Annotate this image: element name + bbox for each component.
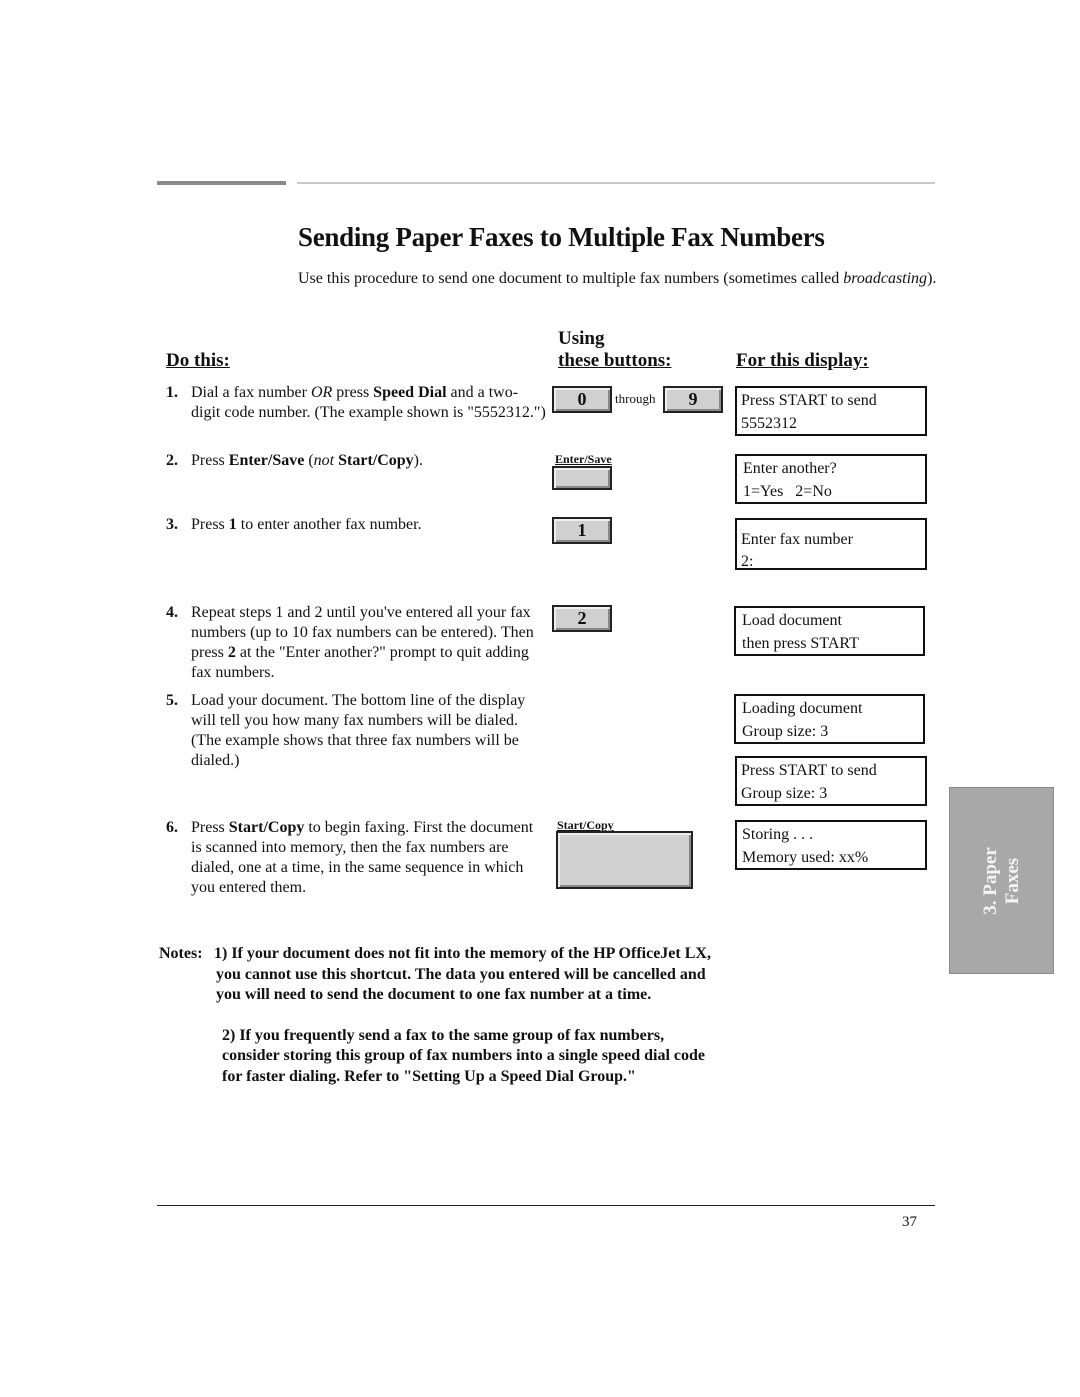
step-1: 1. Dial a fax number OR press Speed Dial … <box>166 384 546 421</box>
header-rule-thin <box>297 182 935 184</box>
key-1-button[interactable]: 1 <box>552 517 612 544</box>
note-1: 1) If your document does not fit into th… <box>214 945 711 1003</box>
notes-section: Notes: 1) If your document does not fit … <box>159 944 719 1087</box>
intro-italic: broadcasting <box>843 270 928 287</box>
through-label: through <box>615 391 656 406</box>
start-copy-button[interactable] <box>556 831 693 889</box>
intro-text: Use this procedure to send one document … <box>298 270 844 287</box>
header-using-line1: Using <box>558 328 605 349</box>
step-emphasis: Enter/Save <box>228 452 305 469</box>
notes-label: Notes: <box>159 945 203 962</box>
lcd-display: Storing . . . Memory used: xx% <box>735 820 927 870</box>
key-9-button[interactable]: 9 <box>663 386 723 413</box>
chapter-tab-label: 3. Paper Faxes <box>980 847 1023 915</box>
key-2-button[interactable]: 2 <box>552 605 612 632</box>
page-number: 37 <box>902 1214 917 1230</box>
enter-save-label: Enter/Save <box>555 452 612 466</box>
chapter-tab[interactable]: 3. Paper Faxes <box>949 787 1054 974</box>
step-italic: OR <box>310 384 333 401</box>
lcd-display: Loading document Group size: 3 <box>734 694 925 744</box>
footer-rule <box>157 1205 935 1206</box>
step-3: 3. Press 1 to enter another fax number. <box>166 516 422 533</box>
step-italic: not <box>313 452 335 469</box>
step-text: press <box>332 384 374 401</box>
key-0-button[interactable]: 0 <box>552 386 612 413</box>
step-text: Load your document. The bottom line of t… <box>191 692 526 769</box>
step-text: Press <box>191 516 229 533</box>
enter-save-button[interactable] <box>552 466 612 490</box>
header-rule-thick <box>157 181 286 185</box>
step-5: 5. Load your document. The bottom line of… <box>166 692 526 769</box>
step-emphasis: Start/Copy <box>228 819 305 836</box>
step-2: 2. Press Enter/Save (not Start/Copy). <box>166 452 423 469</box>
step-text: at the "Enter another?" prompt to quit a… <box>191 644 529 681</box>
step-text: Press <box>191 819 229 836</box>
step-text: to enter another fax number. <box>236 516 422 533</box>
step-emphasis: 1 <box>228 516 237 533</box>
step-6: 6. Press Start/Copy to begin faxing. Firs… <box>166 819 534 896</box>
lcd-display: Press START to send Group size: 3 <box>735 756 927 806</box>
step-emphasis: 2 <box>227 644 236 661</box>
intro-end: ). <box>927 270 937 287</box>
lcd-display: Press START to send 5552312 <box>735 386 927 436</box>
lcd-display: Enter fax number 2: <box>735 518 927 570</box>
lcd-display: Enter another? 1=Yes 2=No <box>735 454 927 504</box>
header-display: For this display: <box>736 350 869 371</box>
header-do-this: Do this: <box>166 350 230 371</box>
step-4: 4. Repeat steps 1 and 2 until you've ente… <box>166 604 534 681</box>
header-using-buttons: Using these buttons: <box>558 328 671 372</box>
note-2: 2) If you frequently send a fax to the s… <box>222 1026 706 1085</box>
page-title: Sending Paper Faxes to Multiple Fax Numb… <box>298 222 825 252</box>
step-text: Dial a fax number <box>191 384 311 401</box>
step-emphasis: Start/Copy <box>338 452 414 469</box>
header-using-line2: these buttons: <box>558 350 672 371</box>
intro-paragraph: Use this procedure to send one document … <box>298 268 938 290</box>
step-text: Press <box>191 452 229 469</box>
step-text: ( <box>304 452 314 469</box>
step-text: ). <box>413 452 423 469</box>
step-emphasis: Speed Dial <box>373 384 447 401</box>
lcd-display: Load document then press START <box>734 606 925 656</box>
